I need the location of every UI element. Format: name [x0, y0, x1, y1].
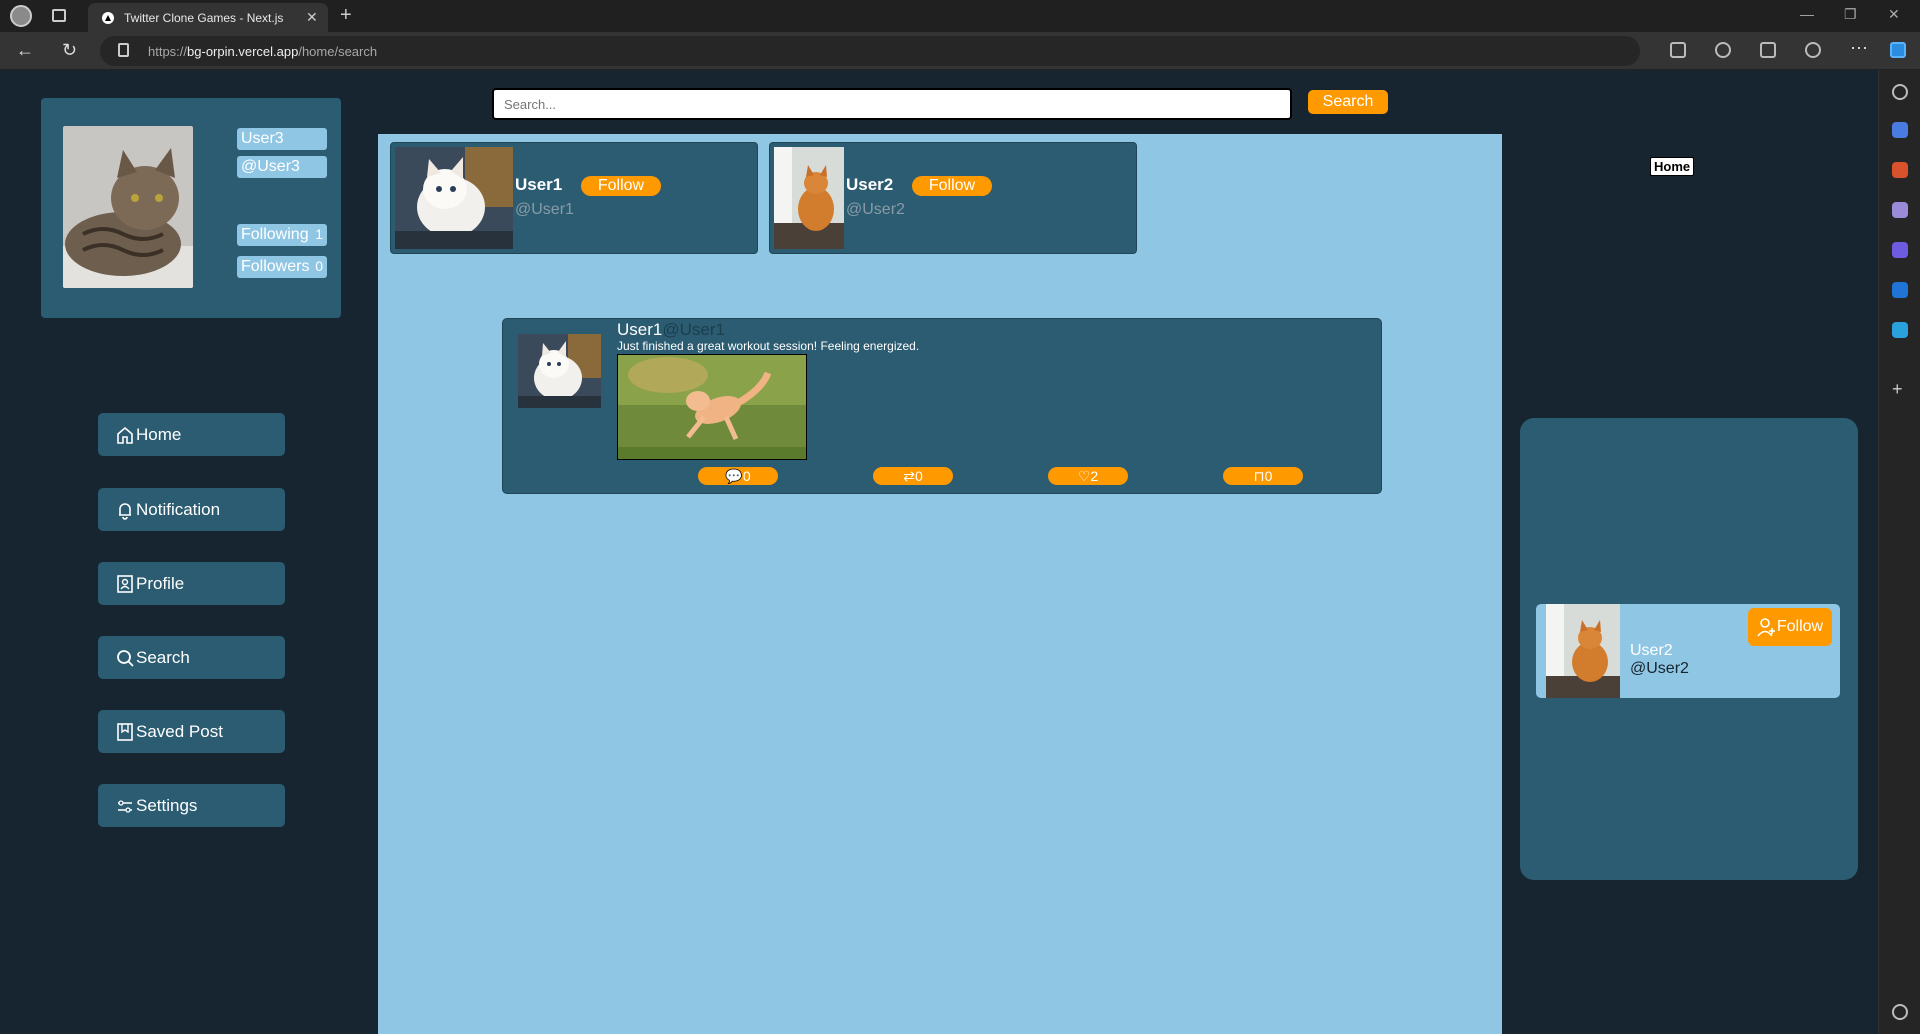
address-bar-row: ← ↻ https://bg-orpin.vercel.app/home/sea…	[0, 32, 1920, 70]
post-image[interactable]	[617, 354, 807, 460]
result-follow-button[interactable]: Follow	[581, 176, 661, 196]
retweet-button[interactable]: ⇄0	[873, 467, 953, 485]
home-icon	[117, 426, 133, 444]
back-icon[interactable]: ←	[16, 40, 34, 61]
home-tag[interactable]: Home	[1650, 157, 1695, 176]
like-button[interactable]: ♡2	[1048, 467, 1128, 485]
save-count: 0	[1264, 468, 1273, 484]
collections-icon[interactable]	[1760, 42, 1776, 58]
nav-home-button[interactable]: Home	[98, 413, 285, 456]
search-result-card[interactable]: User2 Follow @User2	[769, 142, 1137, 254]
following-stat[interactable]: Following 1	[237, 224, 327, 246]
refresh-icon[interactable]: ↻	[62, 40, 77, 61]
browser-tab[interactable]: Twitter Clone Games - Next.js ✕	[88, 3, 328, 32]
followers-count: 0	[315, 258, 323, 274]
comment-button[interactable]: 💬0	[698, 467, 778, 485]
sidebar-settings-icon[interactable]	[1892, 1004, 1908, 1020]
outlook-icon[interactable]	[1892, 282, 1908, 298]
settings-sliders-icon	[118, 799, 132, 813]
post-text: Just finished a great workout session! F…	[617, 339, 920, 353]
tab-close-icon[interactable]: ✕	[306, 9, 318, 26]
browser-tab-bar: Twitter Clone Games - Next.js ✕ + — ❐ ✕	[0, 0, 1920, 32]
bell-icon	[119, 502, 131, 520]
result-handle: @User1	[515, 201, 574, 218]
favorites-icon[interactable]	[1715, 42, 1731, 58]
post-author[interactable]: User1@User1	[617, 320, 725, 340]
more-icon[interactable]: ⋯	[1850, 38, 1868, 59]
following-label: Following	[241, 226, 309, 243]
current-user-handle: @User3	[237, 156, 327, 178]
url-text: https://bg-orpin.vercel.app/home/search	[148, 44, 378, 59]
current-user-card: User3 @User3 Following 1 Followers 0	[41, 98, 341, 318]
app-page: User3 @User3 Following 1 Followers 0 Hom…	[0, 70, 1878, 1034]
browser-profile-icon[interactable]	[10, 5, 32, 27]
nav-settings-button[interactable]: Settings	[98, 784, 285, 827]
search-input[interactable]	[492, 88, 1292, 120]
tools-icon[interactable]	[1892, 162, 1908, 178]
search-feed: User1 Follow @User1 User2 Follow @User2	[378, 134, 1502, 1034]
browser-sidebar: +	[1878, 70, 1920, 1034]
like-count: 2	[1090, 468, 1099, 484]
search-icon	[117, 649, 134, 667]
url-field[interactable]: https://bg-orpin.vercel.app/home/search	[100, 36, 1640, 66]
copilot-icon[interactable]	[1890, 42, 1906, 58]
result-handle: @User2	[846, 201, 905, 218]
add-user-icon	[1757, 618, 1775, 637]
nav-search-button[interactable]: Search	[98, 636, 285, 679]
suggested-user-card[interactable]: User2 @User2 Follow	[1536, 604, 1840, 698]
followers-stat[interactable]: Followers 0	[237, 256, 327, 278]
save-post-button[interactable]: ⊓0	[1223, 467, 1303, 485]
comment-count: 0	[742, 468, 751, 484]
browser-essentials-icon[interactable]	[1805, 42, 1821, 58]
restore-icon[interactable]: ❐	[1844, 6, 1857, 23]
microsoft-365-icon[interactable]	[1892, 242, 1908, 258]
retweet-count: 0	[914, 468, 923, 484]
current-user-name: User3	[237, 128, 327, 150]
result-avatar	[395, 147, 513, 249]
new-tab-icon[interactable]: +	[340, 4, 352, 27]
who-to-follow-panel: User2 @User2 Follow	[1520, 418, 1858, 880]
nav-saved-label: Saved Post	[136, 721, 223, 741]
bookmark-icon	[117, 722, 133, 741]
nav-home-label: Home	[136, 424, 182, 444]
sidebar-search-icon[interactable]	[1892, 84, 1908, 100]
result-name[interactable]: User2	[846, 175, 893, 195]
nav-profile-button[interactable]: Profile	[98, 562, 285, 605]
tab-title: Twitter Clone Games - Next.js	[124, 11, 284, 25]
shopping-icon[interactable]	[1892, 122, 1908, 138]
nextjs-favicon-icon	[102, 12, 114, 24]
current-user-avatar	[63, 126, 193, 288]
nav-saved-button[interactable]: Saved Post	[98, 710, 285, 753]
minimize-icon[interactable]: —	[1800, 6, 1814, 22]
search-button[interactable]: Search	[1308, 90, 1388, 114]
followers-label: Followers	[241, 258, 310, 275]
profile-icon	[117, 574, 133, 593]
nav-search-label: Search	[136, 647, 190, 667]
result-follow-button[interactable]: Follow	[912, 176, 992, 196]
nav-profile-label: Profile	[136, 573, 185, 593]
tab-actions-icon[interactable]	[52, 9, 66, 22]
split-screen-icon[interactable]	[1670, 42, 1686, 58]
post-card[interactable]: User1@User1 Just finished a great workou…	[502, 318, 1382, 494]
result-avatar	[774, 147, 844, 249]
post-author-avatar[interactable]	[518, 334, 601, 408]
nav-settings-label: Settings	[136, 795, 198, 815]
suggested-follow-label: Follow	[1776, 618, 1824, 635]
lock-icon[interactable]	[118, 43, 129, 57]
suggested-user-avatar	[1546, 604, 1620, 698]
send-icon[interactable]	[1892, 322, 1908, 338]
suggested-user-handle: @User2	[1630, 660, 1689, 677]
nav-notification-button[interactable]: Notification	[98, 488, 285, 531]
add-sidebar-icon[interactable]: +	[1892, 380, 1908, 398]
nav-notification-label: Notification	[136, 499, 221, 519]
close-window-icon[interactable]: ✕	[1888, 6, 1900, 23]
post-author-handle: @User1	[662, 320, 725, 339]
search-result-card[interactable]: User1 Follow @User1	[390, 142, 758, 254]
suggested-user-name[interactable]: User2	[1630, 642, 1673, 660]
result-name[interactable]: User1	[515, 175, 562, 195]
games-icon[interactable]	[1892, 202, 1908, 218]
suggested-follow-button[interactable]: Follow	[1748, 608, 1832, 646]
following-count: 1	[315, 226, 323, 242]
